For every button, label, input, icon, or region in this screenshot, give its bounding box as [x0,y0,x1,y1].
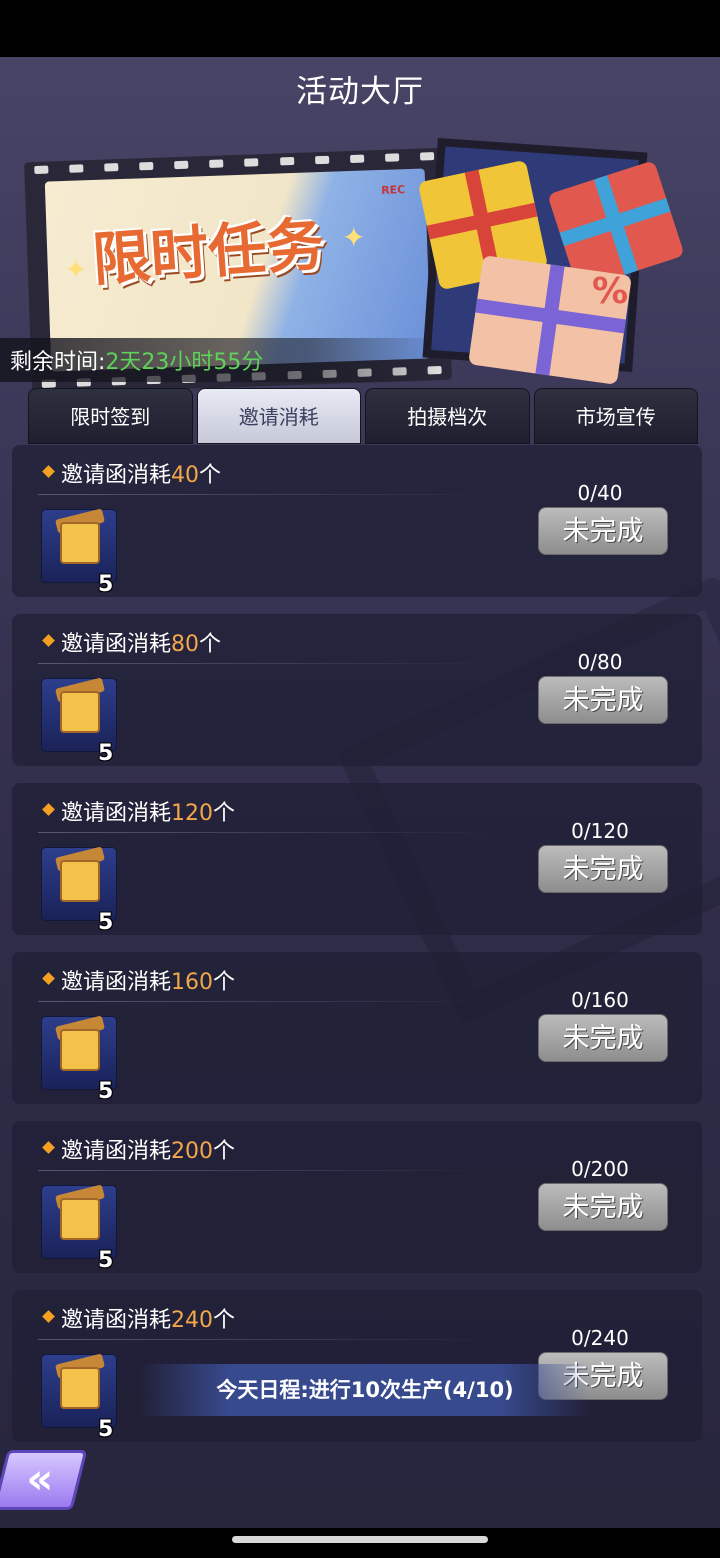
task-card: 邀请函消耗40个 5 0/40 未完成 [12,445,702,597]
task-progress: 0/200 [571,1157,629,1181]
task-amount: 200 [171,1139,214,1164]
task-title: 邀请函消耗120个 [61,795,235,827]
task-progress: 0/160 [571,988,629,1012]
reward-count: 5 [98,1417,114,1442]
reward-item[interactable]: 5 [41,1184,117,1273]
task-amount: 80 [171,632,200,657]
banner-headline: 限时任务 [90,209,327,294]
reward-count: 5 [98,1248,114,1273]
task-status-button[interactable]: 未完成 [538,507,668,555]
task-title: 邀请函消耗80个 [61,626,221,658]
diamond-bullet-icon [42,1310,55,1323]
task-progress: 0/240 [571,1326,629,1350]
home-indicator[interactable] [232,1536,488,1543]
schedule-toast: 今天日程:进行10次生产(4/10) [140,1364,590,1416]
reward-item[interactable]: 5 [41,677,117,766]
task-status-button[interactable]: 未完成 [538,676,668,724]
diamond-bullet-icon [42,634,55,647]
tab-invite-consume[interactable]: 邀请消耗 [196,388,361,444]
treasure-chest-icon [60,860,100,902]
sparkle-icon: ✦ [64,253,88,286]
game-screen: 活动大厅 REC 限时任务 ✦ ✦ % 剩余时间:2天23小时55分 限时签到 … [0,0,720,1558]
reward-count: 5 [98,910,114,935]
task-divider [38,663,498,664]
tab-filming-grade[interactable]: 拍摄档次 [365,388,530,444]
reward-count: 5 [98,572,114,597]
task-title-prefix: 邀请函消耗 [61,1139,172,1164]
task-title-prefix: 邀请函消耗 [61,801,172,826]
task-divider [38,1001,498,1002]
reward-count: 5 [98,741,114,766]
task-amount: 120 [171,801,214,826]
reward-count: 5 [98,1079,114,1104]
task-title: 邀请函消耗160个 [61,964,235,996]
double-chevron-left-icon: « [26,1454,54,1503]
percent-icon: % [591,271,629,312]
task-title-suffix: 个 [213,801,236,826]
task-title-suffix: 个 [213,1308,236,1333]
back-button[interactable]: « [0,1450,88,1510]
task-progress: 0/80 [577,650,623,674]
status-bar [0,0,720,57]
task-title: 邀请函消耗240个 [61,1302,235,1334]
treasure-chest-icon [60,1029,100,1071]
reward-item[interactable]: 5 [41,1353,117,1442]
treasure-chest-icon [60,522,100,564]
task-status-button[interactable]: 未完成 [538,845,668,893]
task-card: 邀请函消耗200个 5 0/200 未完成 [12,1121,702,1273]
task-card: 邀请函消耗80个 5 0/80 未完成 [12,614,702,766]
tab-marketing[interactable]: 市场宣传 [533,388,698,444]
task-amount: 40 [171,463,200,488]
diamond-bullet-icon [42,1141,55,1154]
diamond-bullet-icon [42,972,55,985]
task-title: 邀请函消耗40个 [61,457,221,489]
task-progress: 0/120 [571,819,629,843]
page-title: 活动大厅 [296,74,424,110]
task-card: 邀请函消耗160个 5 0/160 未完成 [12,952,702,1104]
task-title-prefix: 邀请函消耗 [61,1308,172,1333]
task-title: 邀请函消耗200个 [61,1133,235,1165]
task-title-prefix: 邀请函消耗 [61,463,172,488]
task-amount: 160 [171,970,214,995]
treasure-chest-icon [60,691,100,733]
diamond-bullet-icon [42,803,55,816]
task-progress: 0/40 [577,481,623,505]
reward-item[interactable]: 5 [41,1015,117,1104]
treasure-chest-icon [60,1198,100,1240]
task-divider [38,1170,498,1171]
task-status-button[interactable]: 未完成 [538,1014,668,1062]
task-divider [38,1339,498,1340]
navigation-bar [0,1528,720,1558]
task-title-suffix: 个 [213,970,236,995]
task-divider [38,832,498,833]
task-amount: 240 [171,1308,214,1333]
remaining-time-value: 2天23小时55分 [105,350,264,375]
tab-daily-checkin[interactable]: 限时签到 [28,388,193,444]
remaining-time-label: 剩余时间: [10,350,106,375]
task-status-button[interactable]: 未完成 [538,1183,668,1231]
treasure-chest-icon [60,1367,100,1409]
task-title-suffix: 个 [199,632,222,657]
task-card: 邀请函消耗120个 5 0/120 未完成 [12,783,702,935]
task-title-suffix: 个 [199,463,222,488]
reward-item[interactable]: 5 [41,846,117,935]
diamond-bullet-icon [42,465,55,478]
reward-item[interactable]: 5 [41,508,117,597]
task-title-prefix: 邀请函消耗 [61,632,172,657]
task-title-suffix: 个 [213,1139,236,1164]
sparkle-icon: ✦ [342,221,366,254]
rec-label: REC [380,183,406,197]
tab-bar: 限时签到 邀请消耗 拍摄档次 市场宣传 [28,388,698,444]
task-divider [38,494,498,495]
task-title-prefix: 邀请函消耗 [61,970,172,995]
remaining-time: 剩余时间:2天23小时55分 [10,344,263,376]
